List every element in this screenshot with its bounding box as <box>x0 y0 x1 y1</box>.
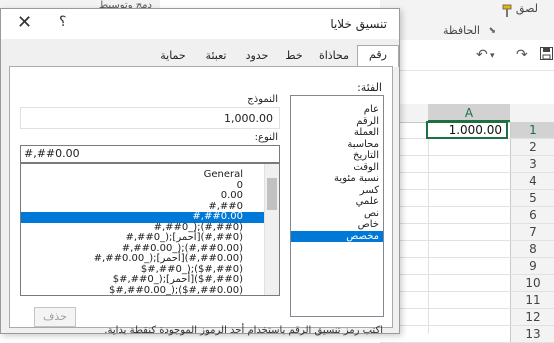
column-a-header[interactable]: A <box>428 104 510 122</box>
delete-button[interactable]: حذف <box>34 307 76 327</box>
sheet-row[interactable]: 9 <box>380 258 554 275</box>
type-item[interactable]: #,##0.00 <box>21 211 265 223</box>
dialog-titlebar: ✕ ؟ تنسيق خلايا <box>1 9 399 39</box>
sheet-row[interactable]: 6 <box>380 207 554 224</box>
row-number[interactable]: 5 <box>510 190 554 206</box>
row-number[interactable]: 1 <box>510 122 554 138</box>
category-item[interactable]: التاريخ <box>291 150 383 162</box>
type-item[interactable]: 0.00 <box>21 190 265 202</box>
category-item[interactable]: خاص <box>291 219 383 231</box>
row-number[interactable]: 13 <box>510 326 554 342</box>
sheet-row[interactable]: 2 <box>380 139 554 156</box>
type-input[interactable]: #,##0.00 <box>20 145 280 163</box>
cell-a1[interactable]: 1.000.00 <box>426 121 508 139</box>
type-list-scrollbar[interactable] <box>264 164 279 295</box>
type-item[interactable]: $#,##0_);[أحمر]($#,##0) <box>21 274 265 286</box>
row-number[interactable]: 4 <box>510 173 554 189</box>
save-icon[interactable] <box>540 47 553 64</box>
format-painter-icon[interactable] <box>500 4 514 18</box>
category-item[interactable]: علمي <box>291 196 383 208</box>
row-number[interactable]: 9 <box>510 258 554 274</box>
category-item[interactable]: كسر <box>291 185 383 197</box>
tab-number[interactable]: رقم <box>357 45 399 67</box>
sheet-row[interactable]: 1 1.000.00 <box>380 121 554 139</box>
tab-strip: رقم محاذاة خط حدود تعبئة حماية <box>123 45 399 67</box>
type-item[interactable]: $#,##0.00_);($#,##0.00) <box>21 285 265 295</box>
undo-dropdown-icon[interactable]: ▾ <box>490 51 495 61</box>
sheet-row[interactable]: 12 <box>380 309 554 326</box>
category-item[interactable]: العملة <box>291 127 383 139</box>
category-item[interactable]: مخصص <box>291 230 383 242</box>
number-tab-panel: الفئة: عام الرقم العملة محاسبة التاريخ الوقت ن… <box>9 66 393 328</box>
help-icon[interactable]: ؟ <box>59 14 66 30</box>
row-number[interactable]: 2 <box>510 139 554 155</box>
type-list[interactable]: General 0 0.00 #,##0 #,##0.00 #,##0_);(#,##0)… <box>20 163 280 296</box>
redo-icon[interactable]: ↷ <box>516 47 528 63</box>
dialog-launcher-icon[interactable]: ⬊ <box>488 26 496 36</box>
format-cells-dialog: ✕ ؟ تنسيق خلايا رقم محاذاة خط حدود تعبئة… <box>0 8 400 336</box>
row-number[interactable]: 12 <box>510 309 554 325</box>
ribbon: لصق الحافظة ⬊ <box>380 0 554 41</box>
sheet-row[interactable]: 13 <box>380 326 554 343</box>
tab-fill[interactable]: تعبئة <box>197 47 235 65</box>
sheet-row[interactable]: 7 <box>380 224 554 241</box>
category-item[interactable]: نص <box>291 208 383 220</box>
category-list[interactable]: عام الرقم العملة محاسبة التاريخ الوقت نسبة مئو… <box>290 95 384 317</box>
type-item[interactable]: #,##0_);[أحمر](#,##0) <box>21 232 265 244</box>
type-item[interactable]: General <box>21 169 265 181</box>
row-number[interactable]: 10 <box>510 275 554 291</box>
dialog-title: تنسيق خلايا <box>330 17 387 31</box>
row-number[interactable]: 3 <box>510 156 554 172</box>
tab-alignment[interactable]: محاذاة <box>313 47 355 65</box>
tab-border[interactable]: حدود <box>239 47 275 65</box>
sample-label: النموذج <box>247 94 278 105</box>
row-number[interactable]: 8 <box>510 241 554 257</box>
category-item[interactable]: نسبة مئوية <box>291 173 383 185</box>
sheet-row[interactable]: 5 <box>380 190 554 207</box>
spreadsheet-grid[interactable]: A 1 1.000.00 2 3 4 5 6 7 8 9 10 11 12 13 <box>380 104 554 343</box>
instruction-text: اكتب رمز تنسيق الرقم باستخدام أحد الرموز… <box>104 325 383 336</box>
tab-font[interactable]: خط <box>279 47 309 65</box>
row-number[interactable]: 6 <box>510 207 554 223</box>
type-item[interactable]: #,##0.00_);[أحمر](#,##0.00) <box>21 253 265 265</box>
sample-value: 1,000.00 <box>224 112 273 125</box>
sheet-row[interactable]: 3 <box>380 156 554 173</box>
category-item[interactable]: الوقت <box>291 162 383 174</box>
category-item[interactable]: محاسبة <box>291 139 383 151</box>
sheet-row[interactable]: 4 <box>380 173 554 190</box>
category-item[interactable]: عام <box>291 104 383 116</box>
sheet-row[interactable]: 8 <box>380 241 554 258</box>
sample-preview: 1,000.00 <box>20 107 280 129</box>
row-number[interactable]: 7 <box>510 224 554 240</box>
paste-button[interactable]: لصق <box>516 2 538 15</box>
close-icon[interactable]: ✕ <box>17 12 32 33</box>
category-label: الفئة: <box>357 81 382 94</box>
category-item[interactable]: الرقم <box>291 116 383 128</box>
tab-protection[interactable]: حماية <box>153 47 193 65</box>
clipboard-group-label: الحافظة <box>442 24 480 37</box>
undo-icon[interactable]: ↶ <box>476 47 488 63</box>
scrollbar-thumb[interactable] <box>267 178 277 210</box>
sheet-row[interactable]: 11 <box>380 292 554 309</box>
type-label: النوع: <box>254 132 278 143</box>
row-number[interactable]: 11 <box>510 292 554 308</box>
quick-access-toolbar: ↶ ▾ ↷ <box>380 40 554 71</box>
sheet-row[interactable]: 10 <box>380 275 554 292</box>
